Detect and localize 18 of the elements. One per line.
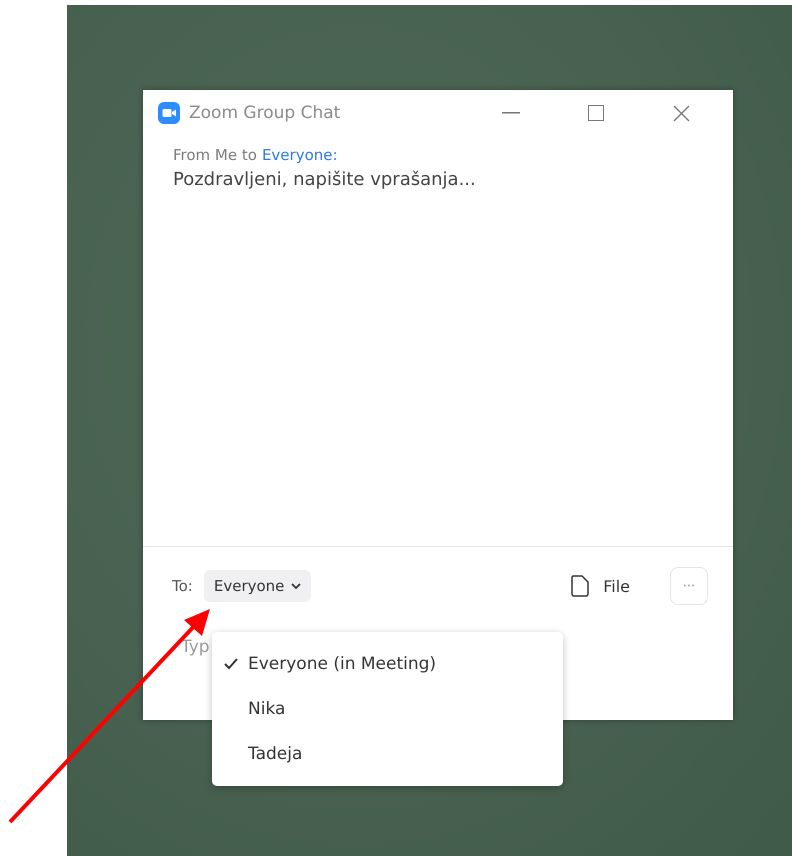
camera-icon xyxy=(158,102,180,124)
maximize-icon xyxy=(588,105,604,121)
message-recipient: Everyone: xyxy=(262,146,338,164)
check-icon xyxy=(224,658,238,670)
to-label: To: xyxy=(172,577,193,595)
window-title: Zoom Group Chat xyxy=(189,103,342,123)
file-icon xyxy=(571,575,590,597)
recipient-dropdown[interactable]: Everyone xyxy=(204,570,312,602)
menu-item[interactable]: Nika xyxy=(212,686,563,732)
message-sender: From Me to xyxy=(173,146,257,164)
more-button[interactable]: ··· xyxy=(670,567,708,605)
menu-item[interactable]: Tadeja xyxy=(212,731,563,776)
menu-item[interactable]: Everyone (in Meeting) xyxy=(212,642,563,687)
file-button[interactable]: File xyxy=(565,574,636,598)
minimize-icon xyxy=(502,112,520,114)
close-icon xyxy=(672,104,690,122)
message-text: Pozdravljeni, napišite vprašanja... xyxy=(173,169,477,190)
chevron-icon xyxy=(291,582,302,590)
